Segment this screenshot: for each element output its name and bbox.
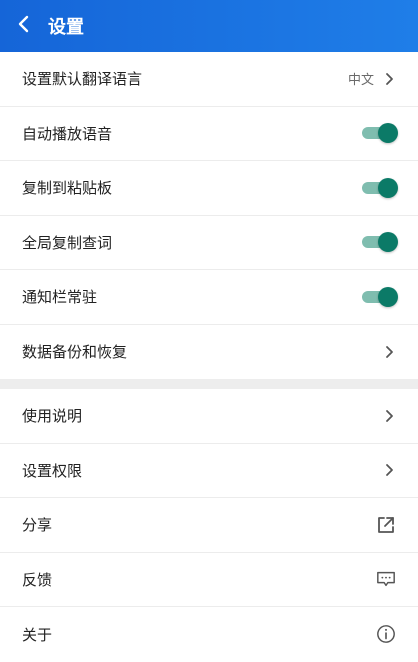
chevron-right-icon	[382, 462, 396, 478]
menu-share[interactable]: 分享	[0, 498, 418, 553]
setting-label: 数据备份和恢复	[22, 343, 128, 362]
chevron-right-icon	[382, 408, 396, 424]
setting-backup-restore[interactable]: 数据备份和恢复	[0, 325, 418, 380]
section-divider	[0, 379, 418, 389]
setting-label: 全局复制查词	[22, 233, 113, 252]
setting-label: 通知栏常驻	[22, 288, 98, 307]
toggle-thumb	[378, 232, 398, 253]
menu-label: 分享	[22, 516, 53, 535]
setting-default-language[interactable]: 设置默认翻译语言 中文	[0, 52, 418, 107]
menu-usage[interactable]: 使用说明	[0, 389, 418, 444]
page-title: 设置	[48, 17, 84, 38]
chevron-right-icon	[382, 344, 396, 360]
toggle-switch[interactable]	[362, 122, 398, 144]
toggle-thumb	[378, 123, 398, 144]
toggle-switch[interactable]	[362, 177, 398, 199]
menu-label: 使用说明	[22, 407, 83, 426]
language-value: 中文	[347, 73, 374, 89]
setting-global-copy-lookup[interactable]: 全局复制查词	[0, 216, 418, 270]
setting-label: 自动播放语音	[22, 124, 113, 143]
setting-right: 中文	[348, 69, 396, 88]
setting-label: 设置默认翻译语言	[22, 70, 143, 89]
toggle-switch[interactable]	[362, 231, 398, 253]
back-button[interactable]	[2, 0, 46, 52]
message-icon	[376, 569, 396, 589]
menu-feedback[interactable]: 反馈	[0, 553, 418, 607]
setting-auto-play-voice[interactable]: 自动播放语音	[0, 107, 418, 161]
toggle-thumb	[378, 286, 398, 307]
toggle-switch[interactable]	[362, 286, 398, 308]
more-list: 使用说明 设置权限 分享 反馈 关于	[0, 389, 418, 662]
menu-label: 反馈	[22, 570, 53, 589]
setting-notification-pinned[interactable]: 通知栏常驻	[0, 270, 418, 325]
menu-about[interactable]: 关于	[0, 607, 418, 662]
menu-label: 设置权限	[22, 461, 83, 480]
menu-label: 关于	[22, 625, 53, 644]
external-link-icon	[376, 515, 396, 535]
chevron-left-icon	[17, 15, 31, 37]
app-header: 设置	[0, 0, 418, 52]
menu-permissions[interactable]: 设置权限	[0, 444, 418, 498]
chevron-right-icon	[382, 71, 396, 87]
setting-label: 复制到粘贴板	[22, 179, 113, 198]
info-icon	[376, 624, 396, 644]
toggle-thumb	[378, 177, 398, 198]
settings-list: 设置默认翻译语言 中文 自动播放语音 复制到粘贴板 全局复制查词 通知栏常驻 数…	[0, 52, 418, 379]
setting-copy-to-clipboard[interactable]: 复制到粘贴板	[0, 161, 418, 216]
